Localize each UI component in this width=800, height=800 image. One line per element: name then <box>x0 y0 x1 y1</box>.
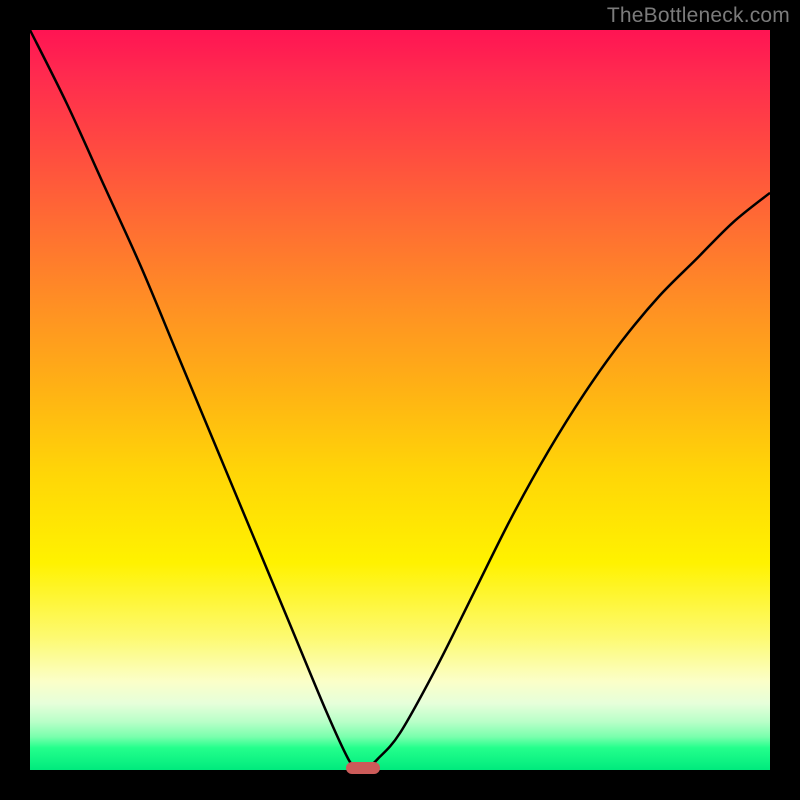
curve-path <box>30 30 770 770</box>
chart-frame: TheBottleneck.com <box>0 0 800 800</box>
watermark-text: TheBottleneck.com <box>607 4 790 28</box>
min-marker <box>346 762 380 774</box>
bottleneck-curve <box>30 30 770 770</box>
plot-area <box>30 30 770 770</box>
